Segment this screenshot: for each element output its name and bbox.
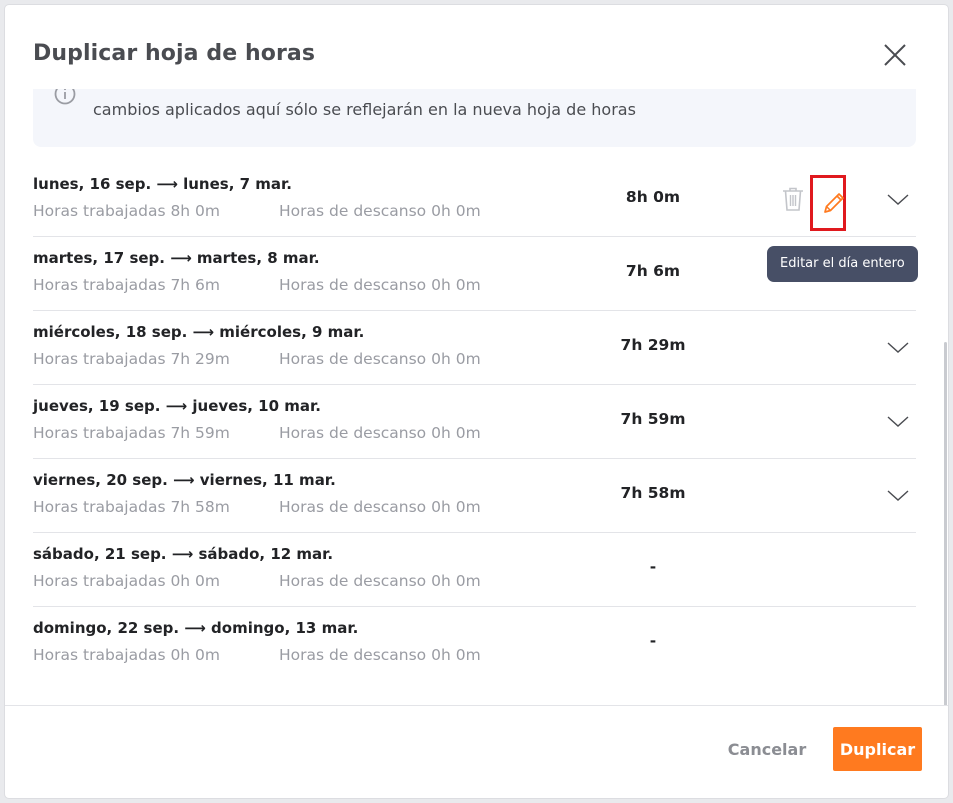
break-hours: Horas de descanso 0h 0m [279,646,481,664]
worked-hours: Horas trabajadas 8h 0m [33,202,221,220]
break-hours: Horas de descanso 0h 0m [279,572,481,590]
worked-hours: Horas trabajadas 0h 0m [33,572,221,590]
dialog-title: Duplicar hoja de horas [33,41,316,66]
pencil-icon [824,193,844,213]
day-total: 7h 29m [620,336,686,354]
day-total: - [649,558,657,576]
trash-icon [783,187,803,211]
break-hours: Horas de descanso 0h 0m [279,424,481,442]
day-date-range: viernes, 20 sep. ⟶ viernes, 11 mar. [33,471,336,489]
day-row: lunes, 16 sep. ⟶ lunes, 7 mar. Horas tra… [33,163,916,237]
day-row: jueves, 19 sep. ⟶ jueves, 10 mar. Horas … [33,385,916,459]
edit-day-tooltip: Editar el día entero [767,246,918,282]
worked-hours: Horas trabajadas 7h 29m [33,350,230,368]
day-row: miércoles, 18 sep. ⟶ miércoles, 9 mar. H… [33,311,916,385]
info-text-line-2: cambios aplicados aquí sólo se reflejará… [93,100,636,119]
duplicate-button[interactable]: Duplicar [833,727,922,771]
day-date-range: jueves, 19 sep. ⟶ jueves, 10 mar. [33,397,321,415]
info-icon [54,89,76,105]
day-row: domingo, 22 sep. ⟶ domingo, 13 mar. Hora… [33,607,916,680]
day-date-range: miércoles, 18 sep. ⟶ miércoles, 9 mar. [33,323,365,341]
expand-day-button[interactable] [885,485,911,505]
edit-day-button[interactable] [810,175,846,231]
dialog-footer: Cancelar Duplicar [5,705,948,798]
break-hours: Horas de descanso 0h 0m [279,498,481,516]
day-date-range: lunes, 16 sep. ⟶ lunes, 7 mar. [33,175,292,193]
day-date-range: domingo, 22 sep. ⟶ domingo, 13 mar. [33,619,359,637]
worked-hours: Horas trabajadas 7h 59m [33,424,230,442]
expand-day-button[interactable] [885,411,911,431]
day-row: viernes, 20 sep. ⟶ viernes, 11 mar. Hora… [33,459,916,533]
dialog-body[interactable]: cambios aplicados aquí sólo se reflejará… [5,89,948,705]
day-total: 7h 59m [620,410,686,428]
info-banner: cambios aplicados aquí sólo se reflejará… [33,89,916,147]
break-hours: Horas de descanso 0h 0m [279,202,481,220]
worked-hours: Horas trabajadas 7h 6m [33,276,221,294]
expand-day-button[interactable] [885,189,911,209]
day-total: 7h 6m [625,262,681,280]
worked-hours: Horas trabajadas 7h 58m [33,498,230,516]
cancel-button[interactable]: Cancelar [717,727,817,771]
duplicate-timesheet-dialog: Duplicar hoja de horas cambios aplicados… [5,5,948,798]
worked-hours: Horas trabajadas 0h 0m [33,646,221,664]
day-date-range: sábado, 21 sep. ⟶ sábado, 12 mar. [33,545,334,563]
break-hours: Horas de descanso 0h 0m [279,350,481,368]
scrollbar[interactable] [944,342,947,706]
day-date-range: martes, 17 sep. ⟶ martes, 8 mar. [33,249,320,267]
break-hours: Horas de descanso 0h 0m [279,276,481,294]
day-row: sábado, 21 sep. ⟶ sábado, 12 mar. Horas … [33,533,916,607]
chevron-down-icon [887,194,909,205]
expand-day-button[interactable] [885,337,911,357]
day-total: - [649,632,657,650]
close-button[interactable] [879,39,911,71]
close-icon [884,44,906,66]
day-total: 8h 0m [625,188,681,206]
chevron-down-icon [887,490,909,501]
chevron-down-icon [887,342,909,353]
chevron-down-icon [887,416,909,427]
day-total: 7h 58m [620,484,686,502]
delete-day-button[interactable] [781,186,805,212]
